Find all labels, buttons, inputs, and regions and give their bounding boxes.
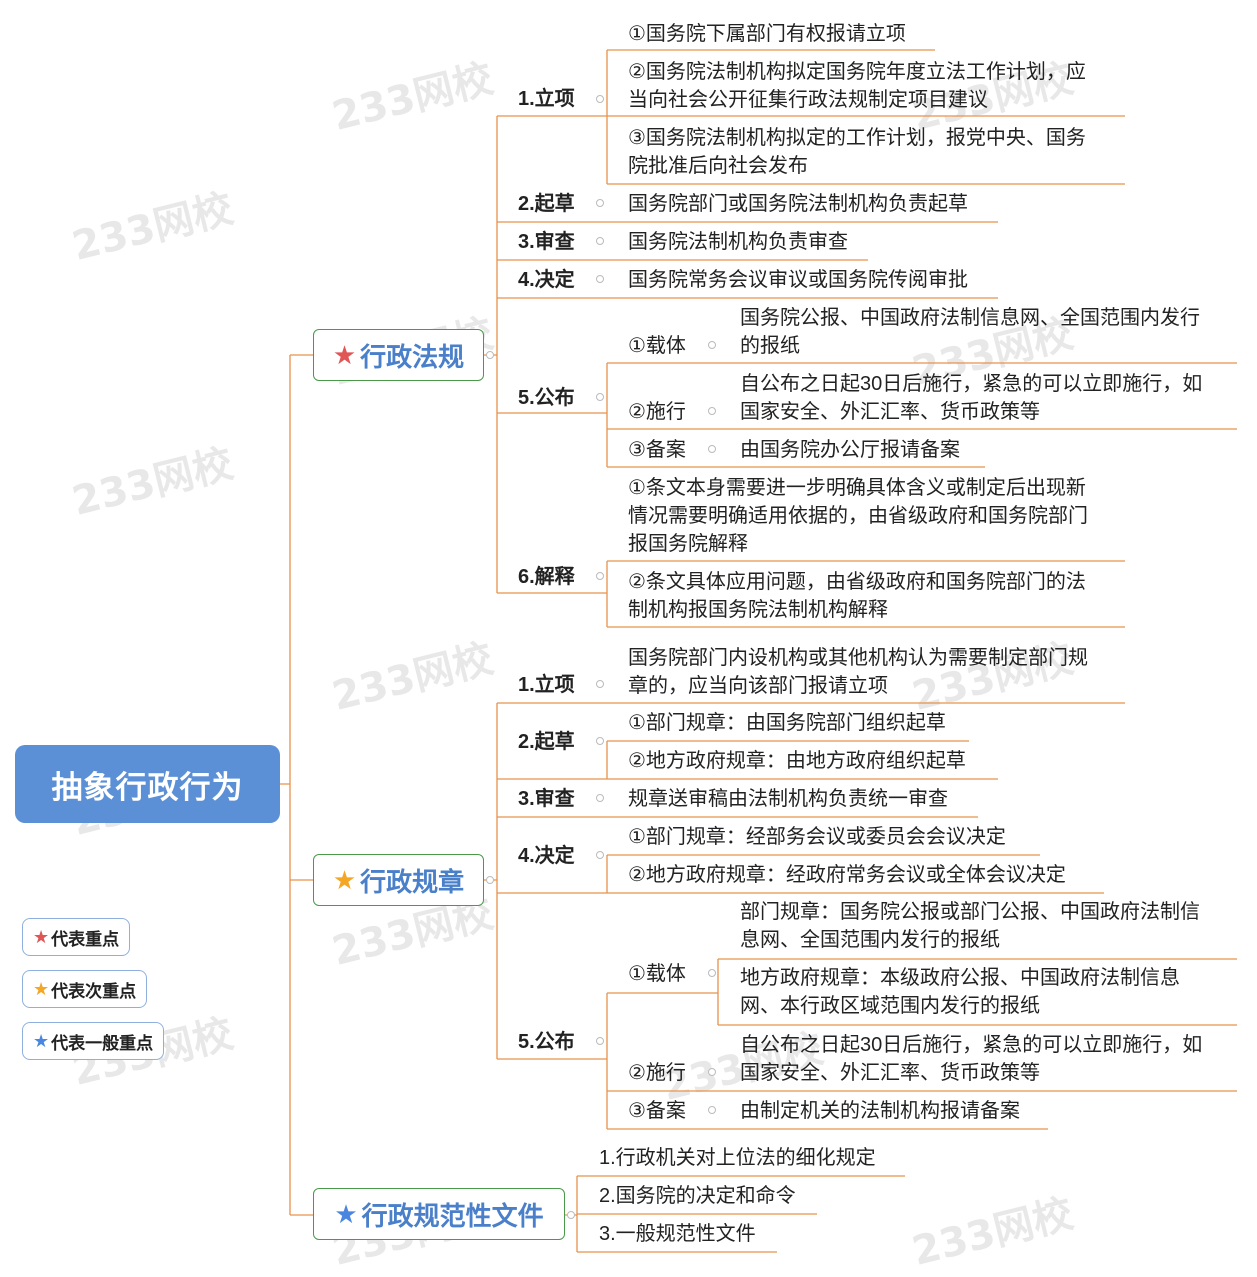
topic-text[interactable]: ②地方政府规章：经政府常务会议或全体会议决定	[628, 861, 1066, 889]
topic-text[interactable]: 国务院常务会议审议或国务院传阅审批	[628, 266, 968, 294]
topic-text[interactable]: 息网、全国范围内发行的报纸	[740, 926, 1000, 954]
topic-text[interactable]: 国家安全、外汇汇率、货币政策等	[740, 1059, 1040, 1087]
red-star-icon: ★	[332, 339, 357, 370]
step-label[interactable]: 1.立项	[518, 85, 575, 113]
topic-text[interactable]: 网、本行政区域范围内发行的报纸	[740, 992, 1040, 1020]
sub-label[interactable]: ①载体	[628, 332, 686, 360]
collapse-toggle-icon[interactable]	[596, 237, 604, 245]
collapse-toggle-icon[interactable]	[596, 393, 604, 401]
step-label[interactable]: 3.审查	[518, 785, 575, 813]
collapse-toggle-icon[interactable]	[596, 851, 604, 859]
legend-label: 代表次重点	[51, 981, 137, 1001]
topic-text[interactable]: 国务院部门或国务院法制机构负责起草	[628, 190, 968, 218]
collapse-toggle-icon[interactable]	[596, 199, 604, 207]
topic-text[interactable]: 国务院法制机构负责审查	[628, 228, 848, 256]
topic-text[interactable]: 国务院部门内设机构或其他机构认为需要制定部门规	[628, 644, 1088, 672]
step-label[interactable]: 5.公布	[518, 1028, 575, 1056]
step-label[interactable]: 1.立项	[518, 671, 575, 699]
blue-star-icon: ★	[33, 1030, 50, 1051]
branch-title: 行政规章	[360, 866, 465, 897]
topic-text[interactable]: ①部门规章：由国务院部门组织起草	[628, 709, 946, 737]
collapse-toggle-icon[interactable]	[708, 969, 716, 977]
topic-text[interactable]: 部门规章：国务院公报或部门公报、中国政府法制信	[740, 898, 1200, 926]
collapse-toggle-icon[interactable]	[486, 876, 494, 884]
step-label[interactable]: 4.决定	[518, 842, 575, 870]
topic-text[interactable]: 的报纸	[740, 332, 800, 360]
branch-normative-documents[interactable]: ★ 行政规范性文件	[313, 1188, 565, 1240]
legend-key-secondary: ★ 代表次重点	[22, 970, 148, 1008]
topic-text[interactable]: ①条文本身需要进一步明确具体含义或制定后出现新	[628, 474, 1086, 502]
topic-text[interactable]: 院批准后向社会发布	[628, 152, 808, 180]
sub-label[interactable]: ①载体	[628, 960, 686, 988]
collapse-toggle-icon[interactable]	[708, 407, 716, 415]
topic-text[interactable]: 制机构报国务院法制机构解释	[628, 596, 888, 624]
step-label[interactable]: 6.解释	[518, 563, 575, 591]
collapse-toggle-icon[interactable]	[567, 1211, 575, 1219]
sub-label[interactable]: ③备案	[628, 436, 686, 464]
topic-text[interactable]: ①部门规章：经部务会议或委员会会议决定	[628, 823, 1006, 851]
collapse-toggle-icon[interactable]	[596, 572, 604, 580]
collapse-toggle-icon[interactable]	[596, 737, 604, 745]
collapse-toggle-icon[interactable]	[596, 680, 604, 688]
legend-key-major: ★ 代表重点	[22, 918, 131, 956]
sub-label[interactable]: ③备案	[628, 1097, 686, 1125]
topic-text[interactable]: 国务院公报、中国政府法制信息网、全国范围内发行	[740, 304, 1200, 332]
legend-label: 代表重点	[51, 929, 120, 949]
topic-text[interactable]: 自公布之日起30日后施行，紧急的可以立即施行，如	[740, 1031, 1202, 1059]
collapse-toggle-icon[interactable]	[708, 445, 716, 453]
legend-label: 代表一般重点	[51, 1033, 154, 1053]
step-label[interactable]: 2.起草	[518, 190, 575, 218]
collapse-toggle-icon[interactable]	[596, 1037, 604, 1045]
topic-text[interactable]: 由国务院办公厅报请备案	[740, 436, 960, 464]
topic-text[interactable]: 地方政府规章：本级政府公报、中国政府法制信息	[740, 964, 1180, 992]
collapse-toggle-icon[interactable]	[486, 351, 494, 359]
step-label[interactable]: 2.起草	[518, 728, 575, 756]
legend-key-general: ★ 代表一般重点	[22, 1022, 165, 1060]
step-label[interactable]: 3.审查	[518, 228, 575, 256]
step-label[interactable]: 5.公布	[518, 384, 575, 412]
collapse-toggle-icon[interactable]	[596, 95, 604, 103]
branch-admin-rules[interactable]: ★ 行政规章	[313, 854, 484, 906]
orange-star-icon: ★	[33, 978, 50, 999]
step-label[interactable]: 4.决定	[518, 266, 575, 294]
blue-star-icon: ★	[334, 1198, 358, 1229]
topic-text[interactable]: 1.行政机关对上位法的细化规定	[599, 1144, 876, 1172]
collapse-toggle-icon[interactable]	[708, 1106, 716, 1114]
topic-text[interactable]: 自公布之日起30日后施行，紧急的可以立即施行，如	[740, 370, 1202, 398]
collapse-toggle-icon[interactable]	[596, 275, 604, 283]
topic-text[interactable]: 报国务院解释	[628, 530, 748, 558]
topic-text[interactable]: 2.国务院的决定和命令	[599, 1182, 796, 1210]
branch-admin-regulations[interactable]: ★ 行政法规	[313, 329, 484, 381]
collapse-toggle-icon[interactable]	[708, 341, 716, 349]
sub-label[interactable]: ②施行	[628, 398, 686, 426]
topic-text[interactable]: 国家安全、外汇汇率、货币政策等	[740, 398, 1040, 426]
collapse-toggle-icon[interactable]	[596, 794, 604, 802]
topic-text[interactable]: 由制定机关的法制机构报请备案	[740, 1097, 1020, 1125]
topic-text[interactable]: 3.一般规范性文件	[599, 1220, 756, 1248]
branch-title: 行政法规	[360, 341, 465, 372]
red-star-icon: ★	[33, 926, 50, 947]
collapse-toggle-icon[interactable]	[708, 1068, 716, 1076]
sub-label[interactable]: ②施行	[628, 1059, 686, 1087]
topic-text[interactable]: ①国务院下属部门有权报请立项	[628, 20, 906, 48]
topic-text[interactable]: 规章送审稿由法制机构负责统一审查	[628, 785, 948, 813]
topic-text[interactable]: ②国务院法制机构拟定国务院年度立法工作计划，应	[628, 58, 1086, 86]
topic-text[interactable]: 情况需要明确适用依据的，由省级政府和国务院部门	[628, 502, 1088, 530]
topic-text[interactable]: ②条文具体应用问题，由省级政府和国务院部门的法	[628, 568, 1086, 596]
topic-text[interactable]: ③国务院法制机构拟定的工作计划，报党中央、国务	[628, 124, 1086, 152]
branch-title: 行政规范性文件	[361, 1200, 544, 1231]
topic-text[interactable]: 章的，应当向该部门报请立项	[628, 672, 888, 700]
topic-text[interactable]: ②地方政府规章：由地方政府组织起草	[628, 747, 966, 775]
root-topic[interactable]: 抽象行政行为	[15, 745, 280, 823]
topic-text[interactable]: 当向社会公开征集行政法规制定项目建议	[628, 86, 988, 114]
orange-star-icon: ★	[332, 864, 357, 895]
